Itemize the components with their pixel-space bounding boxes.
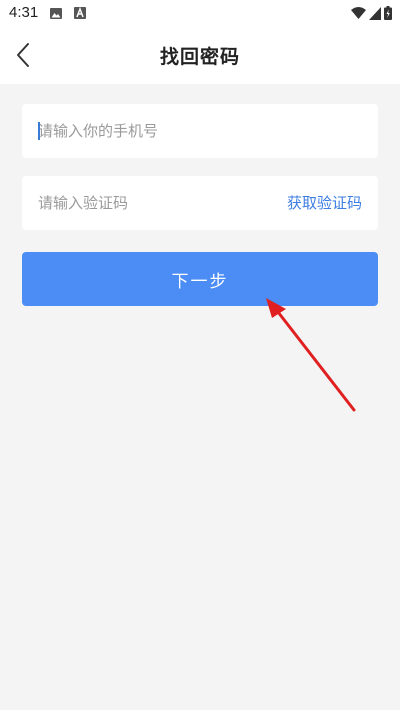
verification-code-input[interactable]: [22, 176, 262, 230]
phone-input[interactable]: [22, 104, 262, 158]
header-bar: 找回密码: [0, 26, 400, 84]
battery-icon: [384, 6, 392, 20]
status-bar: 4:31: [0, 0, 400, 26]
status-time: 4:31: [9, 4, 39, 21]
phone-field-container: [22, 104, 378, 158]
next-step-button[interactable]: 下一步: [22, 252, 378, 306]
page-title: 找回密码: [159, 46, 240, 68]
image-icon: [50, 8, 62, 19]
text-cursor: [38, 122, 40, 140]
status-right-group: [351, 6, 392, 20]
code-field-container: 获取验证码: [22, 176, 378, 230]
get-code-button[interactable]: 获取验证码: [287, 192, 362, 213]
find-password-screen: 4:31 找回密码 请输入你的手机号 请输入验证码 获取验证码 下一步: [0, 0, 400, 710]
wifi-icon: [351, 7, 366, 19]
signal-icon: [369, 6, 381, 20]
a-letter-icon: [74, 7, 86, 19]
